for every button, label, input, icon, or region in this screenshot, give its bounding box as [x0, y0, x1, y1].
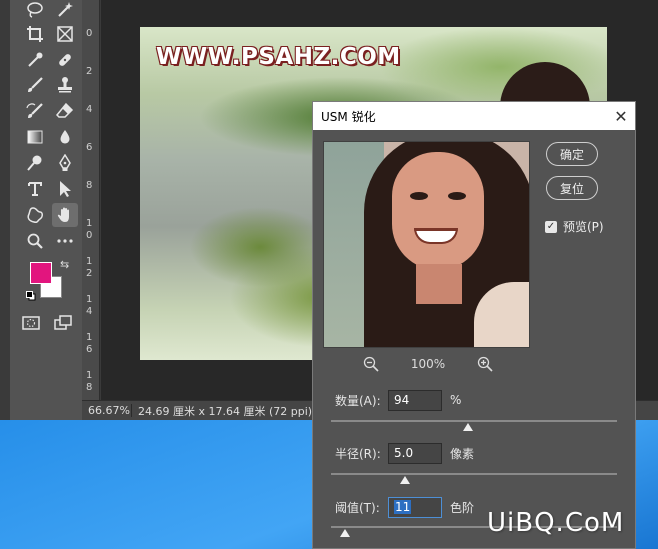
history-brush-tool-icon[interactable] — [22, 99, 48, 123]
zoom-level[interactable]: 66.67% — [82, 404, 132, 417]
ruler-tick: 0 — [86, 28, 93, 39]
ruler-tick: 2 — [86, 66, 93, 77]
zoom-tool-icon[interactable] — [22, 229, 48, 253]
screen-mode-icon[interactable] — [50, 311, 76, 335]
shape-tool-icon[interactable] — [22, 203, 48, 227]
preview-zoom-controls: 100% — [363, 354, 493, 374]
preview-checkbox[interactable]: ✓ — [545, 220, 557, 233]
amount-input[interactable]: 94 — [388, 389, 442, 411]
preview-zoom-percent: 100% — [410, 357, 446, 371]
ruler-tick: 1 — [86, 294, 93, 305]
frame-tool-icon[interactable] — [52, 22, 78, 46]
gradient-tool-icon[interactable] — [22, 125, 48, 149]
ruler-tick: 4 — [86, 104, 93, 115]
ruler-tick: 8 — [86, 382, 93, 393]
preview-smile — [414, 228, 458, 244]
pen-tool-icon[interactable] — [52, 151, 78, 175]
document-size: 24.69 厘米 x 17.64 厘米 (72 ppi) — [138, 404, 313, 418]
preview-thumbnail[interactable] — [323, 141, 530, 348]
magic-wand-tool-icon[interactable] — [52, 0, 78, 22]
ruler-tick: 8 — [86, 180, 93, 191]
amount-unit: % — [450, 393, 462, 407]
threshold-label: 阈值(T): — [335, 500, 380, 515]
type-tool-icon[interactable] — [22, 177, 48, 201]
amount-label: 数量(A): — [335, 393, 381, 408]
dialog-title: USM 锐化 — [321, 109, 376, 124]
ok-button[interactable]: 确定 — [546, 142, 598, 166]
ruler-tick: 1 — [86, 256, 93, 267]
ruler-tick: 0 — [86, 230, 93, 241]
default-colors-icon[interactable] — [26, 290, 36, 301]
usm-sharpen-dialog: USM 锐化 ✕ 100% 确定 复位 ✓ 预览(P) 数量(A): 94 % — [312, 101, 636, 549]
site-watermark: UiBQ.CoM — [487, 508, 625, 538]
image-watermark-text: WWW.PSAHZ.COM — [156, 44, 401, 70]
preview-eye — [410, 192, 428, 200]
zoom-out-icon[interactable] — [363, 356, 379, 372]
close-button[interactable]: ✕ — [607, 102, 635, 130]
crop-tool-icon[interactable] — [22, 22, 48, 46]
toolbar: ⇆ — [10, 0, 82, 420]
preview-neck — [416, 264, 462, 304]
radius-input[interactable]: 5.0 — [388, 442, 442, 464]
preview-toggle[interactable]: ✓ 预览(P) — [545, 218, 604, 235]
threshold-slider-thumb[interactable] — [340, 529, 351, 537]
dialog-titlebar[interactable]: USM 锐化 ✕ — [313, 102, 635, 130]
preview-face — [392, 152, 484, 270]
lasso-tool-icon[interactable] — [22, 0, 48, 22]
dodge-tool-icon[interactable] — [22, 151, 48, 175]
threshold-unit: 色阶 — [450, 500, 475, 515]
blur-tool-icon[interactable] — [52, 125, 78, 149]
amount-slider-thumb[interactable] — [463, 423, 474, 431]
more-tools-icon[interactable] — [52, 229, 78, 253]
hand-tool-icon[interactable] — [52, 203, 78, 227]
healing-brush-tool-icon[interactable] — [52, 48, 78, 72]
ruler-tick: 6 — [86, 344, 93, 355]
ruler-tick: 2 — [86, 268, 93, 279]
eyedropper-tool-icon[interactable] — [22, 48, 48, 72]
ruler-tick: 1 — [86, 218, 93, 229]
preview-eye — [448, 192, 466, 200]
amount-row: 数量(A): 94 % — [335, 389, 461, 411]
clone-stamp-tool-icon[interactable] — [52, 73, 78, 97]
threshold-value-selected: 11 — [394, 500, 412, 514]
ruler-tick: 1 — [86, 370, 93, 381]
radius-label: 半径(R): — [335, 446, 381, 461]
radius-unit: 像素 — [450, 446, 475, 461]
eraser-tool-icon[interactable] — [52, 99, 78, 123]
ruler-tick: 1 — [86, 332, 93, 343]
threshold-row: 阈值(T): 11 色阶 — [335, 496, 474, 518]
swap-colors-icon[interactable]: ⇆ — [60, 258, 69, 271]
preview-label: 预览(P) — [563, 220, 604, 234]
zoom-in-icon[interactable] — [477, 356, 493, 372]
radius-slider-track[interactable] — [331, 473, 617, 475]
radius-slider-thumb[interactable] — [400, 476, 411, 484]
path-selection-tool-icon[interactable] — [52, 177, 78, 201]
foreground-color-swatch[interactable] — [30, 262, 52, 284]
quick-mask-icon[interactable] — [18, 311, 44, 335]
vertical-ruler: 0 2 4 6 8 1 0 1 2 1 4 1 6 1 8 — [82, 0, 100, 400]
threshold-input[interactable]: 11 — [388, 496, 442, 518]
amount-slider-track[interactable] — [331, 420, 617, 422]
radius-row: 半径(R): 5.0 像素 — [335, 442, 474, 464]
ruler-tick: 6 — [86, 142, 93, 153]
ruler-tick: 4 — [86, 306, 93, 317]
brush-tool-icon[interactable] — [22, 73, 48, 97]
reset-button[interactable]: 复位 — [546, 176, 598, 200]
